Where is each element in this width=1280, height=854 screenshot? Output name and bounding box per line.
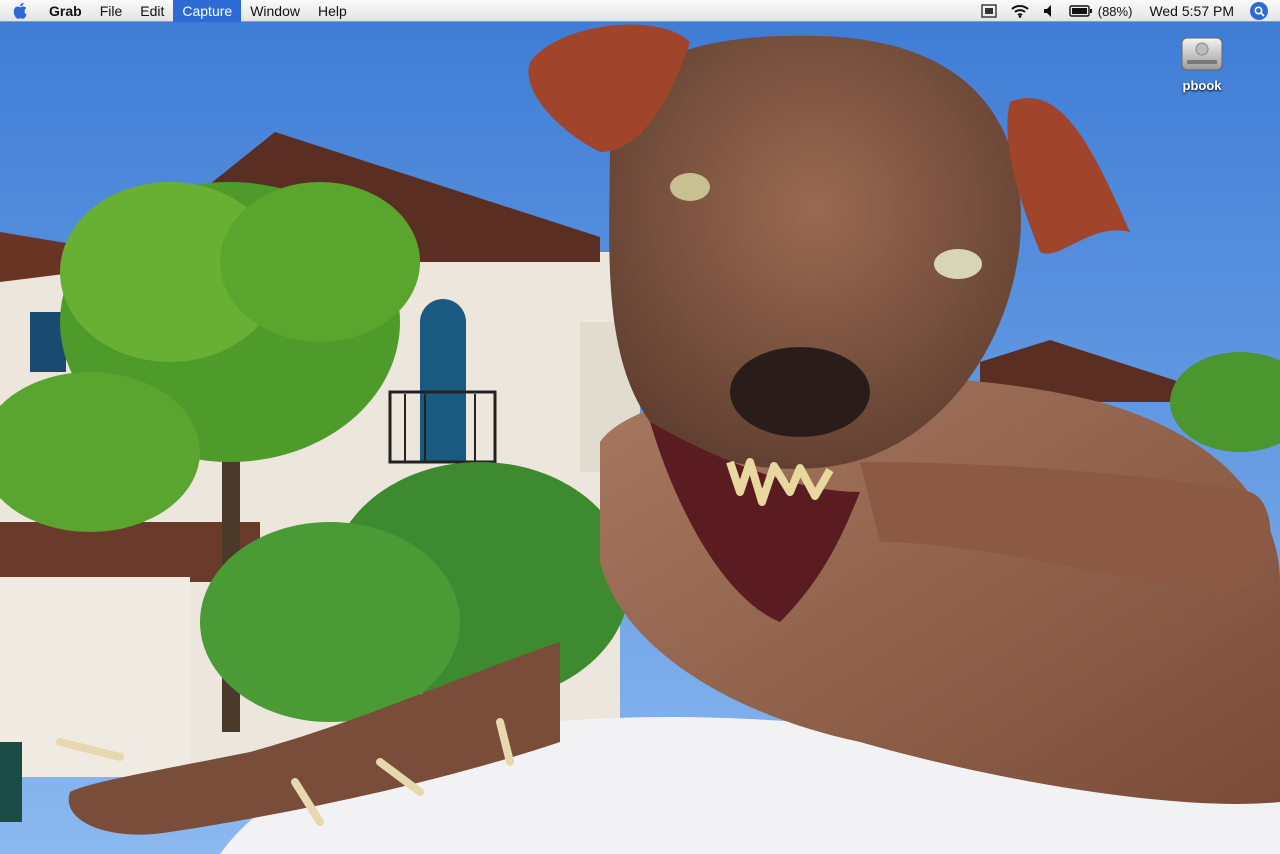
spotlight-icon[interactable] bbox=[1250, 2, 1268, 20]
apple-icon[interactable] bbox=[0, 0, 40, 22]
menu-capture[interactable]: Capture bbox=[173, 0, 242, 22]
menu-bar: Grab File Edit Capture Window Help (88%) bbox=[0, 0, 1280, 22]
desktop-icon-label: pbook bbox=[1182, 78, 1222, 93]
menu-help[interactable]: Help bbox=[309, 0, 356, 22]
menu-window[interactable]: Window bbox=[241, 0, 309, 22]
volume-icon[interactable] bbox=[1036, 0, 1062, 22]
wifi-icon[interactable] bbox=[1004, 0, 1036, 22]
battery-icon bbox=[1069, 5, 1093, 17]
desktop-wallpaper bbox=[0, 22, 1280, 854]
hard-drive-icon bbox=[1170, 30, 1234, 76]
battery-status[interactable]: (88%) bbox=[1062, 0, 1140, 22]
app-menu-grab[interactable]: Grab bbox=[40, 0, 91, 22]
menu-clock[interactable]: Wed 5:57 PM bbox=[1139, 0, 1244, 22]
menu-edit[interactable]: Edit bbox=[131, 0, 173, 22]
display-icon[interactable] bbox=[974, 0, 1004, 22]
menu-file[interactable]: File bbox=[91, 0, 132, 22]
battery-percent: (88%) bbox=[1097, 3, 1133, 19]
desktop-icon-pbook[interactable]: pbook bbox=[1170, 30, 1234, 93]
